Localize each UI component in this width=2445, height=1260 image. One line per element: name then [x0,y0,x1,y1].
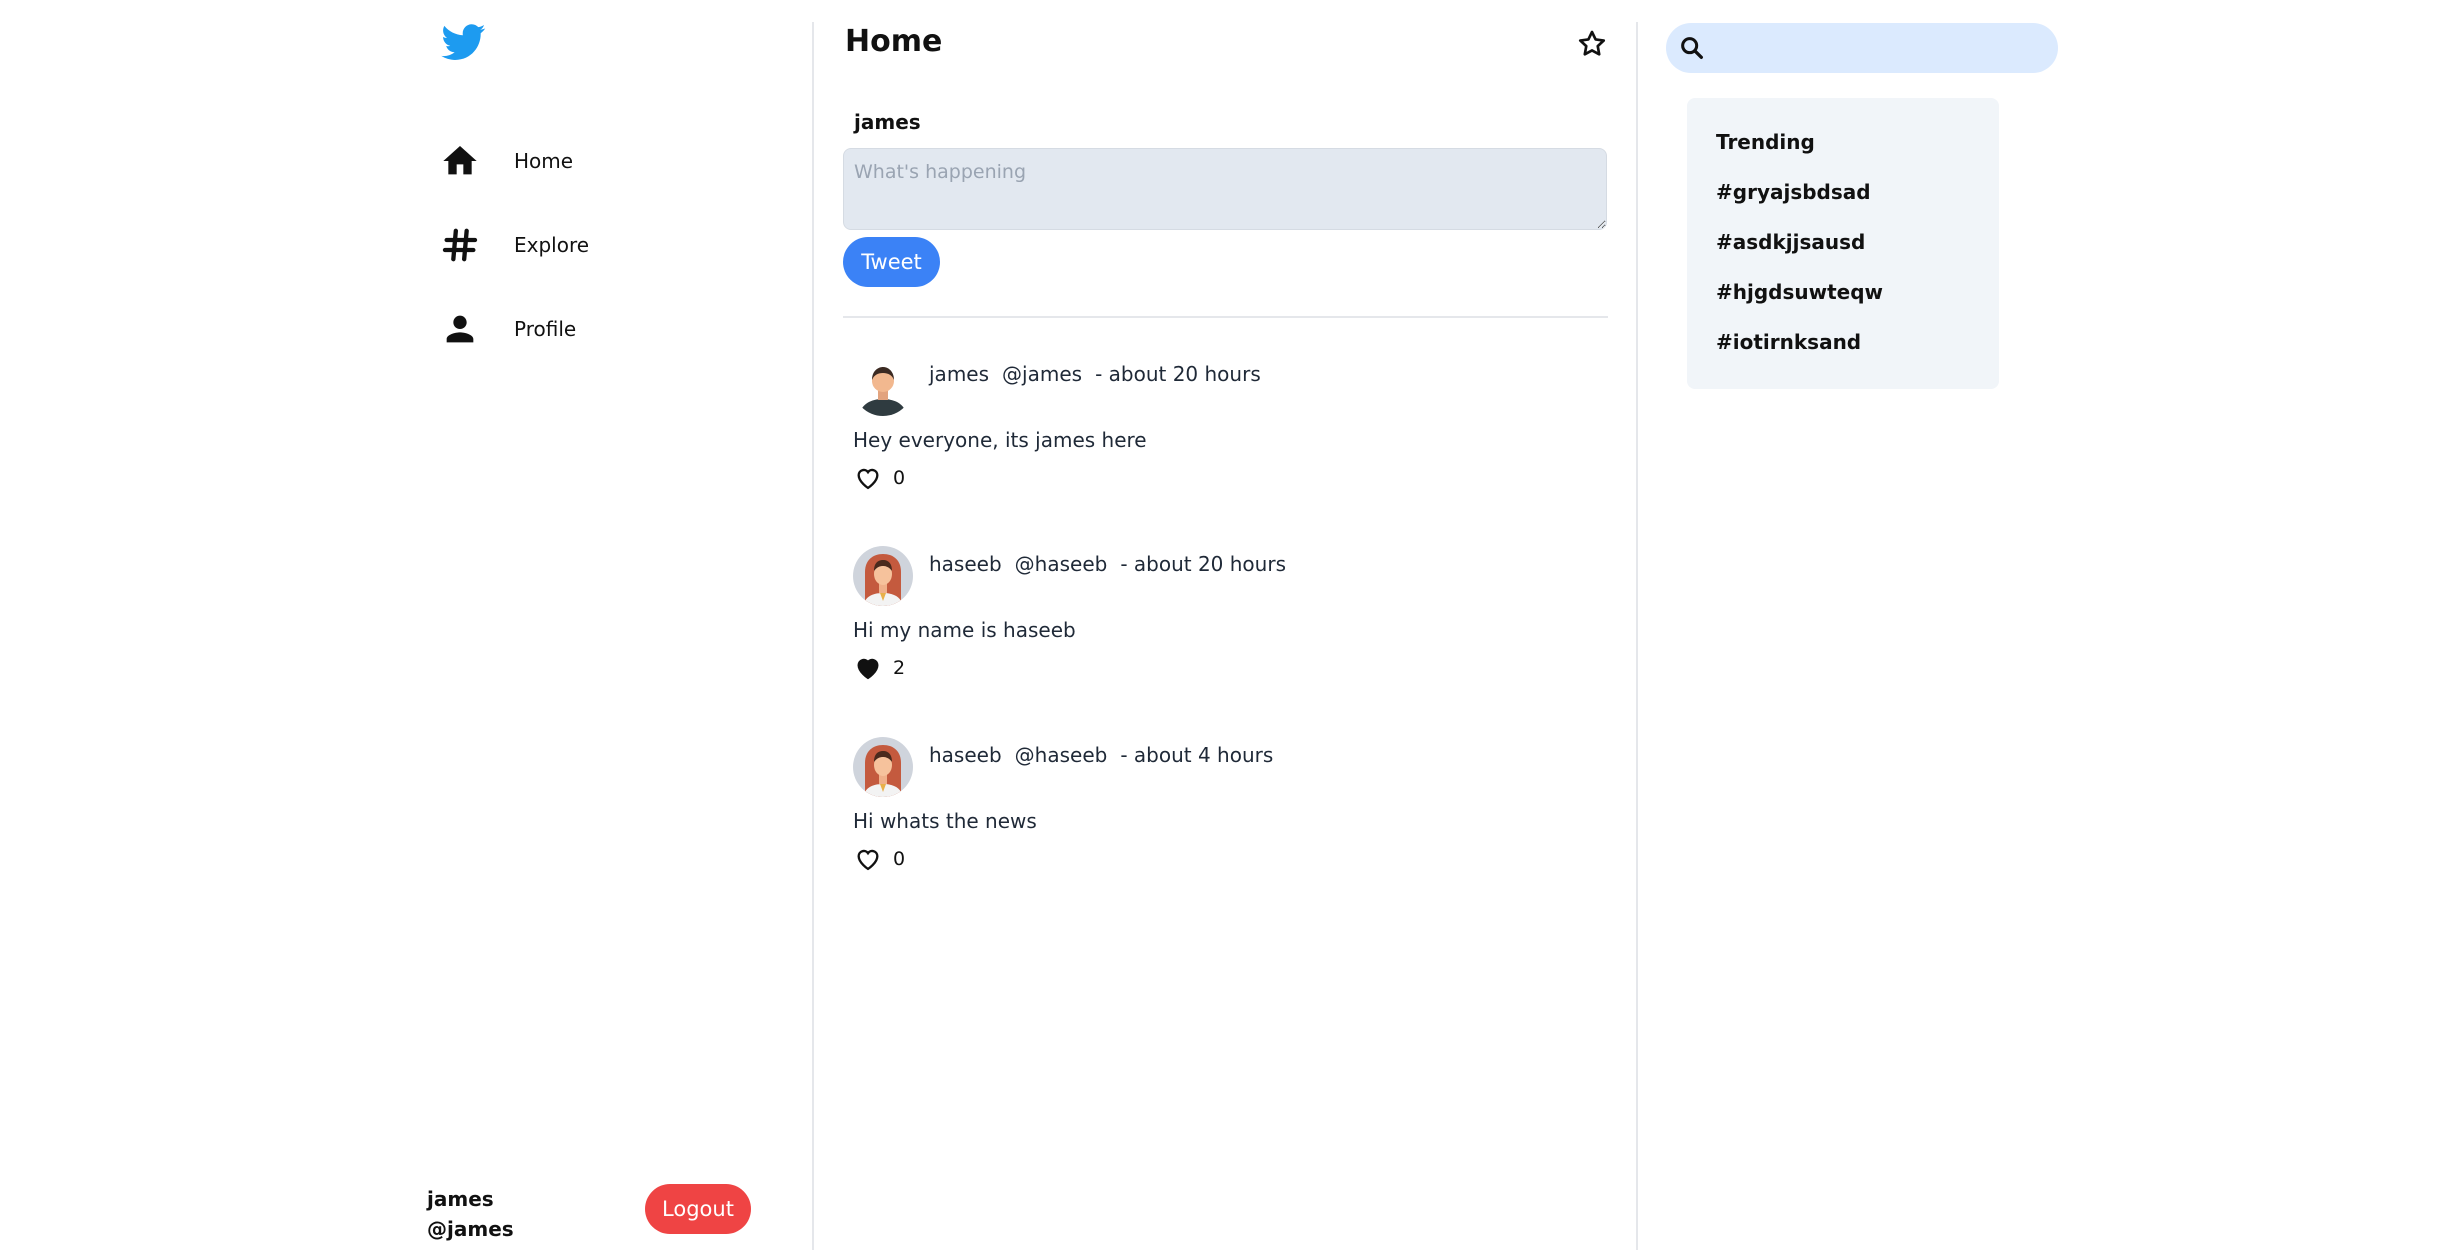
like-button[interactable]: 2 [853,654,905,682]
tweet-meta: james @james - about 20 hours [929,362,1274,386]
avatar[interactable] [853,546,913,606]
current-user-name: james [427,1187,494,1211]
tweet-meta: haseeb @haseeb - about 4 hours [929,743,1286,767]
tweet-author-handle[interactable]: @james [1002,362,1082,386]
twitter-bird-icon[interactable] [438,20,490,64]
home-icon [440,141,480,181]
tweet-author-name[interactable]: haseeb [929,552,1002,576]
search-input[interactable] [1712,27,2046,69]
avatar[interactable] [853,737,913,797]
person-icon [440,309,480,349]
nav-label-profile: Profile [514,317,577,341]
heart-outline-icon [857,849,879,871]
tweet-text: Hi whats the news [853,809,1037,833]
composer-username: james [854,110,921,134]
tweet-timestamp: - about 20 hours [1095,362,1261,386]
tweet-item: haseeb @haseeb - about 4 hours Hi whats th… [853,737,1603,907]
heart-outline-icon [857,468,879,490]
nav-item-profile[interactable]: Profile [440,299,576,359]
star-icon[interactable] [1576,28,1608,60]
right-column-divider [1636,22,1638,1250]
tweet-author-handle[interactable]: @haseeb [1015,743,1108,767]
like-count: 0 [893,467,906,489]
like-button[interactable]: 0 [853,845,905,873]
nav-label-explore: Explore [514,233,590,257]
trending-item[interactable]: #gryajsbdsad [1716,180,1871,204]
nav-item-explore[interactable]: Explore [440,215,589,275]
trending-item[interactable]: #hjgdsuwteqw [1716,280,1883,304]
page-title: Home [845,24,943,59]
nav-item-home[interactable]: Home [440,131,573,191]
trending-title: Trending [1716,130,1815,154]
tweet-meta: haseeb @haseeb - about 20 hours [929,552,1299,576]
trending-item[interactable]: #asdkjjsausd [1716,230,1865,254]
composer-divider [843,316,1608,318]
like-button[interactable]: 0 [853,464,905,492]
left-column-divider [812,22,814,1250]
tweet-item: haseeb @haseeb - about 20 hours Hi my name… [853,546,1603,716]
tweet-author-name[interactable]: haseeb [929,743,1002,767]
heart-filled-icon [857,658,879,680]
trending-item[interactable]: #iotirnksand [1716,330,1861,354]
search-icon [1678,34,1706,62]
tweet-text: Hi my name is haseeb [853,618,1076,642]
search-bar [1666,23,2058,73]
current-user-handle: @james [427,1217,514,1241]
logout-button[interactable]: Logout [645,1184,751,1234]
avatar[interactable] [853,356,913,416]
tweet-text: Hey everyone, its james here [853,428,1147,452]
nav-label-home: Home [514,149,574,173]
tweet-item: james @james - about 20 hours Hey everyone… [853,356,1603,526]
tweet-author-name[interactable]: james [929,362,989,386]
trending-panel: Trending #gryajsbdsad #asdkjjsausd #hjgd… [1687,98,1999,389]
tweet-author-handle[interactable]: @haseeb [1015,552,1108,576]
like-count: 2 [893,657,906,679]
like-count: 0 [893,848,906,870]
tweet-timestamp: - about 4 hours [1120,743,1274,767]
hashtag-icon [440,225,480,265]
tweet-compose-input[interactable] [843,148,1607,230]
tweet-timestamp: - about 20 hours [1120,552,1286,576]
tweet-button[interactable]: Tweet [843,237,940,287]
